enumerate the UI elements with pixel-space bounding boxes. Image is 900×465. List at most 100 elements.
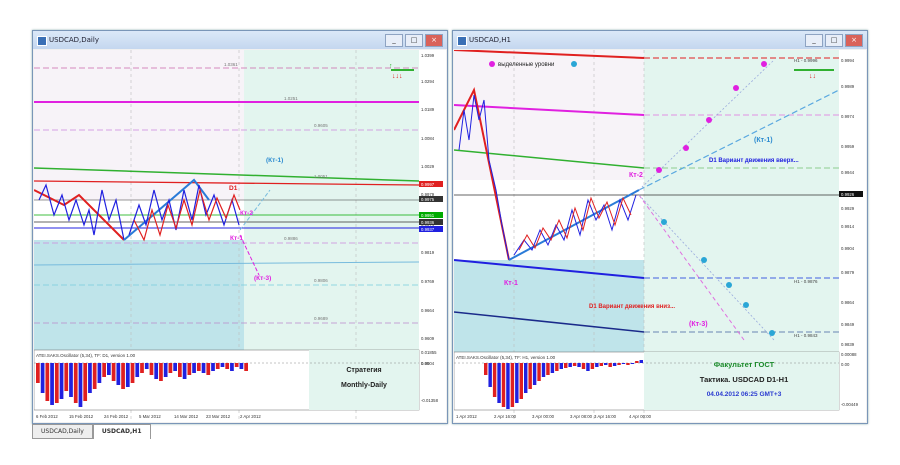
price-tick: 1.0294	[421, 79, 435, 84]
annotation-kt2: Кт-2	[240, 210, 253, 217]
daily-chart[interactable]: 1.0361 1.0251 1.0051 0.9886 0.9806 0.968…	[34, 50, 446, 422]
price-tick: 0.9914	[841, 224, 855, 229]
window-controls: _ □ ×	[805, 34, 863, 47]
oscillator-bar	[488, 363, 492, 387]
time-tick: 14 Mar 2012	[174, 414, 199, 419]
chart-window-icon	[37, 36, 47, 46]
time-tick: 2 Apr 16:00	[494, 414, 517, 419]
oscillator-bar	[510, 363, 515, 407]
oscillator-bar	[550, 363, 555, 373]
time-tick: 3 Apr 16:00	[594, 414, 617, 419]
price-tick: 1.0399	[421, 53, 435, 58]
oscillator-bar	[140, 363, 144, 373]
level-label: H1 - 0.9876	[794, 279, 818, 284]
oscillator-bar	[559, 363, 563, 369]
price-tick: 1.0029	[421, 164, 435, 169]
annotation-kt1-up: (Кт-1)	[266, 157, 283, 164]
oscillator-bar	[211, 363, 215, 371]
window-controls: _ □ ×	[385, 34, 443, 47]
oscillator-bar	[630, 363, 635, 364]
osc-tick: 0.00	[421, 361, 430, 366]
oscillator-bar	[121, 363, 125, 389]
level-dot	[726, 282, 732, 288]
time-tick: 6 Feb 2012	[36, 414, 58, 419]
oscillator-bar	[102, 363, 106, 377]
chart-window-h1[interactable]: USDCAD,H1 _ □ × H1 - 0.9996 H1 - 0.9876 …	[452, 30, 868, 424]
oscillator-bar	[541, 363, 546, 377]
oscillator-bar	[88, 363, 92, 393]
down-arrows-icon: ↓↓↓	[392, 73, 403, 80]
window-title: USDCAD,H1	[469, 36, 511, 44]
oscillator-bar	[568, 363, 572, 367]
level-dot	[701, 257, 707, 263]
price-tick: 0.9849	[841, 322, 855, 327]
oscillator-bar	[234, 363, 239, 367]
oscillator-bar	[215, 363, 220, 369]
price-tag: 0.9997	[421, 182, 435, 187]
price-tick: 0.9664	[421, 308, 435, 313]
annotation-variant-up: D1 Вариант движения вверх...	[709, 158, 799, 164]
minimize-button[interactable]: _	[805, 34, 823, 47]
oscillator-bar	[201, 363, 206, 373]
minimize-button[interactable]: _	[385, 34, 403, 47]
oscillator-bar	[532, 363, 537, 385]
annotation-kt1: Кт-1	[230, 235, 243, 242]
level-label: 0.9806	[314, 278, 328, 283]
price-tick: 0.9819	[421, 250, 435, 255]
oscillator-bar	[230, 363, 234, 371]
tab-usdcad-h1[interactable]: USDCAD,H1	[92, 424, 151, 439]
oscillator-bar	[206, 363, 211, 375]
oscillator-bar	[135, 363, 140, 377]
level-label: H1 - 0.9843	[794, 333, 818, 338]
price-tag: 0.9975	[421, 197, 435, 202]
oscillator-bar	[78, 363, 83, 407]
up-arrow-icon: ↑	[389, 63, 393, 70]
window-title-bar[interactable]: USDCAD,Daily _ □ ×	[33, 31, 447, 49]
oscillator-bar	[154, 363, 159, 379]
oscillator-bar	[581, 363, 586, 369]
oscillator-bar	[564, 363, 568, 368]
oscillator-bar	[577, 363, 581, 367]
time-tick: 1 Apr 2012	[456, 414, 477, 419]
oscillator-bar	[144, 363, 149, 369]
oscillator-bar	[111, 363, 116, 381]
oscillator-bar	[178, 363, 182, 377]
oscillator-bar	[64, 363, 69, 391]
oscillator-bar	[36, 363, 40, 383]
time-tick: 24 Feb 2012	[104, 414, 129, 419]
oscillator-bar	[97, 363, 102, 383]
tab-usdcad-daily[interactable]: USDCAD,Daily	[32, 424, 93, 439]
price-tick: 1.0189	[421, 107, 435, 112]
oscillator-bar	[608, 363, 612, 367]
price-tick: 0.9904	[841, 246, 855, 251]
faculty-title: Факультет ГОСТ	[714, 360, 775, 369]
oscillator-bar	[220, 363, 225, 367]
oscillator-bar	[40, 363, 45, 393]
maximize-button[interactable]: □	[825, 34, 843, 47]
maximize-button[interactable]: □	[405, 34, 423, 47]
h1-chart[interactable]: H1 - 0.9996 H1 - 0.9876 H1 - 0.9843 выде…	[454, 50, 866, 422]
window-title-bar[interactable]: USDCAD,H1 _ □ ×	[453, 31, 867, 49]
oscillator-bar	[196, 363, 201, 371]
close-button[interactable]: ×	[845, 34, 863, 47]
price-tag: 0.9936	[421, 220, 435, 225]
tactic-title: Тактика. USDCAD D1-H1	[700, 375, 789, 384]
down-arrows-icon: ↓↓	[809, 73, 816, 80]
osc-tick: -0.00449	[841, 402, 859, 407]
oscillator-bar	[501, 363, 506, 407]
chart-tabs: USDCAD,Daily USDCAD,H1	[32, 424, 151, 439]
oscillator-bar	[546, 363, 550, 375]
chart-window-daily[interactable]: USDCAD,Daily _ □ × 1.0361 1.0251 1.0051 …	[32, 30, 448, 424]
price-tick: 0.9989	[841, 84, 855, 89]
level-label: 1.0051	[314, 174, 328, 179]
oscillator-bar	[635, 361, 639, 363]
price-tag: 0.9937	[421, 227, 435, 232]
price-tick: 0.9959	[841, 144, 855, 149]
chart-window-icon	[457, 36, 467, 46]
price-tick: 0.9769	[421, 279, 435, 284]
level-dot	[656, 167, 662, 173]
level-dot	[743, 302, 749, 308]
close-button[interactable]: ×	[425, 34, 443, 47]
price-tag: 0.9951	[421, 213, 435, 218]
oscillator-label: ATEI.SAKS.Oscillator (5,34), TF: D1, ver…	[36, 353, 136, 358]
